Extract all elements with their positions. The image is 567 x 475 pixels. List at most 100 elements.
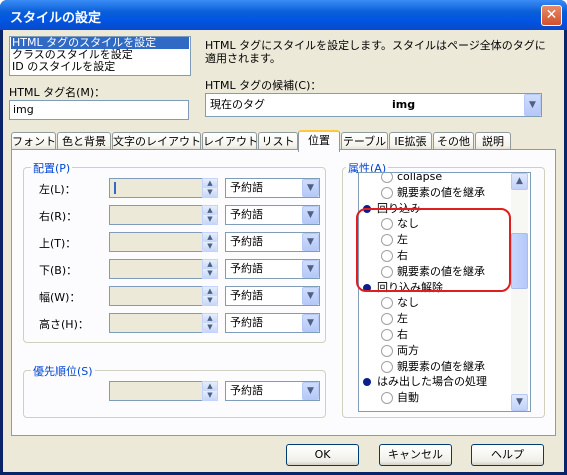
placement-unit-value: 予約語 (230, 235, 263, 248)
spin-down-icon[interactable]: ▼ (203, 269, 217, 278)
chevron-down-icon[interactable]: ▼ (302, 260, 319, 278)
placement-unit-select[interactable]: 予約語 ▼ (225, 178, 320, 198)
spin-down-icon[interactable]: ▼ (203, 296, 217, 305)
spin-up-icon[interactable]: ▲ (203, 260, 217, 269)
spin-down-icon[interactable]: ▼ (203, 323, 217, 332)
spin-up-icon[interactable]: ▲ (203, 233, 217, 242)
priority-group-label: 優先順位(S) (31, 363, 95, 379)
title-bar[interactable]: スタイルの設定 ✕ (0, 0, 567, 30)
tree-radio-item[interactable]: 両方 (381, 343, 419, 359)
placement-unit-select[interactable]: 予約語 ▼ (225, 313, 320, 333)
placement-value-input[interactable] (109, 205, 204, 225)
placement-spinner[interactable]: ▲ ▼ (202, 286, 218, 306)
tree-radio-item[interactable]: 左 (381, 232, 408, 248)
tree-radio-item[interactable]: 親要素の値を継承 (381, 359, 485, 375)
placement-value-input[interactable] (109, 178, 204, 198)
placement-spinner[interactable]: ▲ ▼ (202, 178, 218, 198)
placement-spinner[interactable]: ▲ ▼ (202, 205, 218, 225)
placement-row-label: 高さ(H)： (39, 318, 89, 331)
attributes-scrollbar[interactable]: ▲ ▼ (511, 173, 528, 411)
radio-icon[interactable] (381, 218, 393, 231)
priority-input[interactable] (109, 381, 204, 401)
placement-value-input[interactable] (109, 232, 204, 252)
ok-button[interactable]: OK (286, 444, 359, 466)
tag-name-input[interactable]: img (9, 100, 189, 120)
radio-icon[interactable] (381, 392, 393, 405)
chevron-down-icon[interactable]: ▼ (302, 179, 319, 197)
spin-down-icon[interactable]: ▼ (203, 215, 217, 224)
tree-radio-item[interactable]: 左 (381, 311, 408, 327)
tree-radio-label: 親要素の値を継承 (397, 185, 485, 199)
chevron-down-icon[interactable]: ▼ (302, 314, 319, 332)
priority-unit-select[interactable]: 予約語 ▼ (225, 381, 320, 401)
radio-icon[interactable] (381, 234, 393, 247)
tree-radio-item[interactable]: 右 (381, 248, 408, 264)
tree-radio-item[interactable]: 親要素の値を継承 (381, 185, 485, 201)
attributes-tree[interactable]: collapse 親要素の値を継承 回り込み なし左右親要素の値を継承 回り込み解除 なし… (358, 172, 531, 412)
radio-icon[interactable] (381, 313, 393, 326)
spin-up-icon[interactable]: ▲ (203, 314, 217, 323)
tag-candidate-current: 現在のタグ (210, 98, 265, 111)
placement-spinner[interactable]: ▲ ▼ (202, 232, 218, 252)
tree-radio-item[interactable]: 右 (381, 327, 408, 343)
chevron-down-icon[interactable]: ▼ (302, 287, 319, 305)
style-type-item-id[interactable]: ID のスタイルを設定 (12, 61, 115, 73)
spin-up-icon[interactable]: ▲ (203, 206, 217, 215)
spin-down-icon[interactable]: ▼ (203, 188, 217, 197)
placement-unit-select[interactable]: 予約語 ▼ (225, 232, 320, 252)
placement-unit-select[interactable]: 予約語 ▼ (225, 205, 320, 225)
placement-value-input[interactable] (109, 259, 204, 279)
radio-icon[interactable] (381, 265, 393, 278)
placement-row-label: 右(R)： (39, 210, 78, 223)
tree-radio-item[interactable]: collapse (381, 173, 442, 185)
radio-icon[interactable] (381, 297, 393, 310)
scroll-down-icon[interactable]: ▼ (511, 394, 528, 411)
placement-unit-select[interactable]: 予約語 ▼ (225, 286, 320, 306)
radio-icon[interactable] (381, 173, 393, 183)
placement-value-input[interactable] (109, 313, 204, 333)
radio-icon[interactable] (381, 344, 393, 357)
chevron-down-icon[interactable]: ▼ (302, 206, 319, 224)
tree-group-label: 回り込み (377, 201, 421, 215)
tree-radio-label: 左 (397, 233, 408, 247)
priority-spinner[interactable]: ▲ ▼ (202, 381, 218, 401)
spin-down-icon[interactable]: ▼ (203, 242, 217, 251)
tree-group-item[interactable]: 回り込み (363, 201, 421, 217)
tag-candidate-label: HTML タグの候補(C)： (205, 79, 322, 92)
tree-radio-item[interactable]: なし (381, 216, 419, 232)
chevron-down-icon[interactable]: ▼ (302, 233, 319, 251)
scroll-up-icon[interactable]: ▲ (511, 173, 528, 190)
placement-value-input[interactable] (109, 286, 204, 306)
spin-up-icon[interactable]: ▲ (203, 382, 217, 391)
tab-position[interactable]: 位置 (298, 130, 340, 152)
tree-radio-label: 自動 (397, 391, 419, 405)
chevron-down-icon[interactable]: ▼ (524, 94, 541, 116)
placement-spinner[interactable]: ▲ ▼ (202, 259, 218, 279)
help-button[interactable]: ヘルプ (471, 444, 544, 466)
close-button[interactable]: ✕ (541, 5, 562, 26)
placement-spinner[interactable]: ▲ ▼ (202, 313, 218, 333)
cancel-button[interactable]: キャンセル (379, 444, 452, 466)
radio-icon[interactable] (381, 186, 393, 199)
tree-group-item[interactable]: はみ出した場合の処理 (363, 374, 487, 390)
bullet-icon (363, 378, 371, 387)
radio-icon[interactable] (381, 329, 393, 341)
placement-unit-value: 予約語 (230, 289, 263, 302)
style-type-list[interactable]: HTML タグのスタイルを設定 クラスのスタイルを設定 ID のスタイルを設定 (9, 36, 191, 76)
spin-up-icon[interactable]: ▲ (203, 179, 217, 188)
tree-group-item[interactable]: 回り込み解除 (363, 280, 443, 296)
tag-candidate-select[interactable]: 現在のタグ img ▼ (205, 93, 542, 117)
chevron-down-icon[interactable]: ▼ (302, 382, 319, 400)
spin-up-icon[interactable]: ▲ (203, 287, 217, 296)
tree-radio-item[interactable]: 自動 (381, 390, 419, 406)
scroll-thumb[interactable] (511, 233, 528, 289)
radio-icon[interactable] (381, 250, 393, 262)
tree-group-label: はみ出した場合の処理 (377, 375, 487, 389)
placement-unit-select[interactable]: 予約語 ▼ (225, 259, 320, 279)
radio-icon[interactable] (381, 360, 393, 373)
tree-radio-label: なし (397, 217, 419, 231)
tree-radio-item[interactable]: なし (381, 295, 419, 311)
tree-group-label: 回り込み解除 (377, 280, 443, 294)
tree-radio-item[interactable]: 親要素の値を継承 (381, 264, 485, 280)
spin-down-icon[interactable]: ▼ (203, 391, 217, 400)
